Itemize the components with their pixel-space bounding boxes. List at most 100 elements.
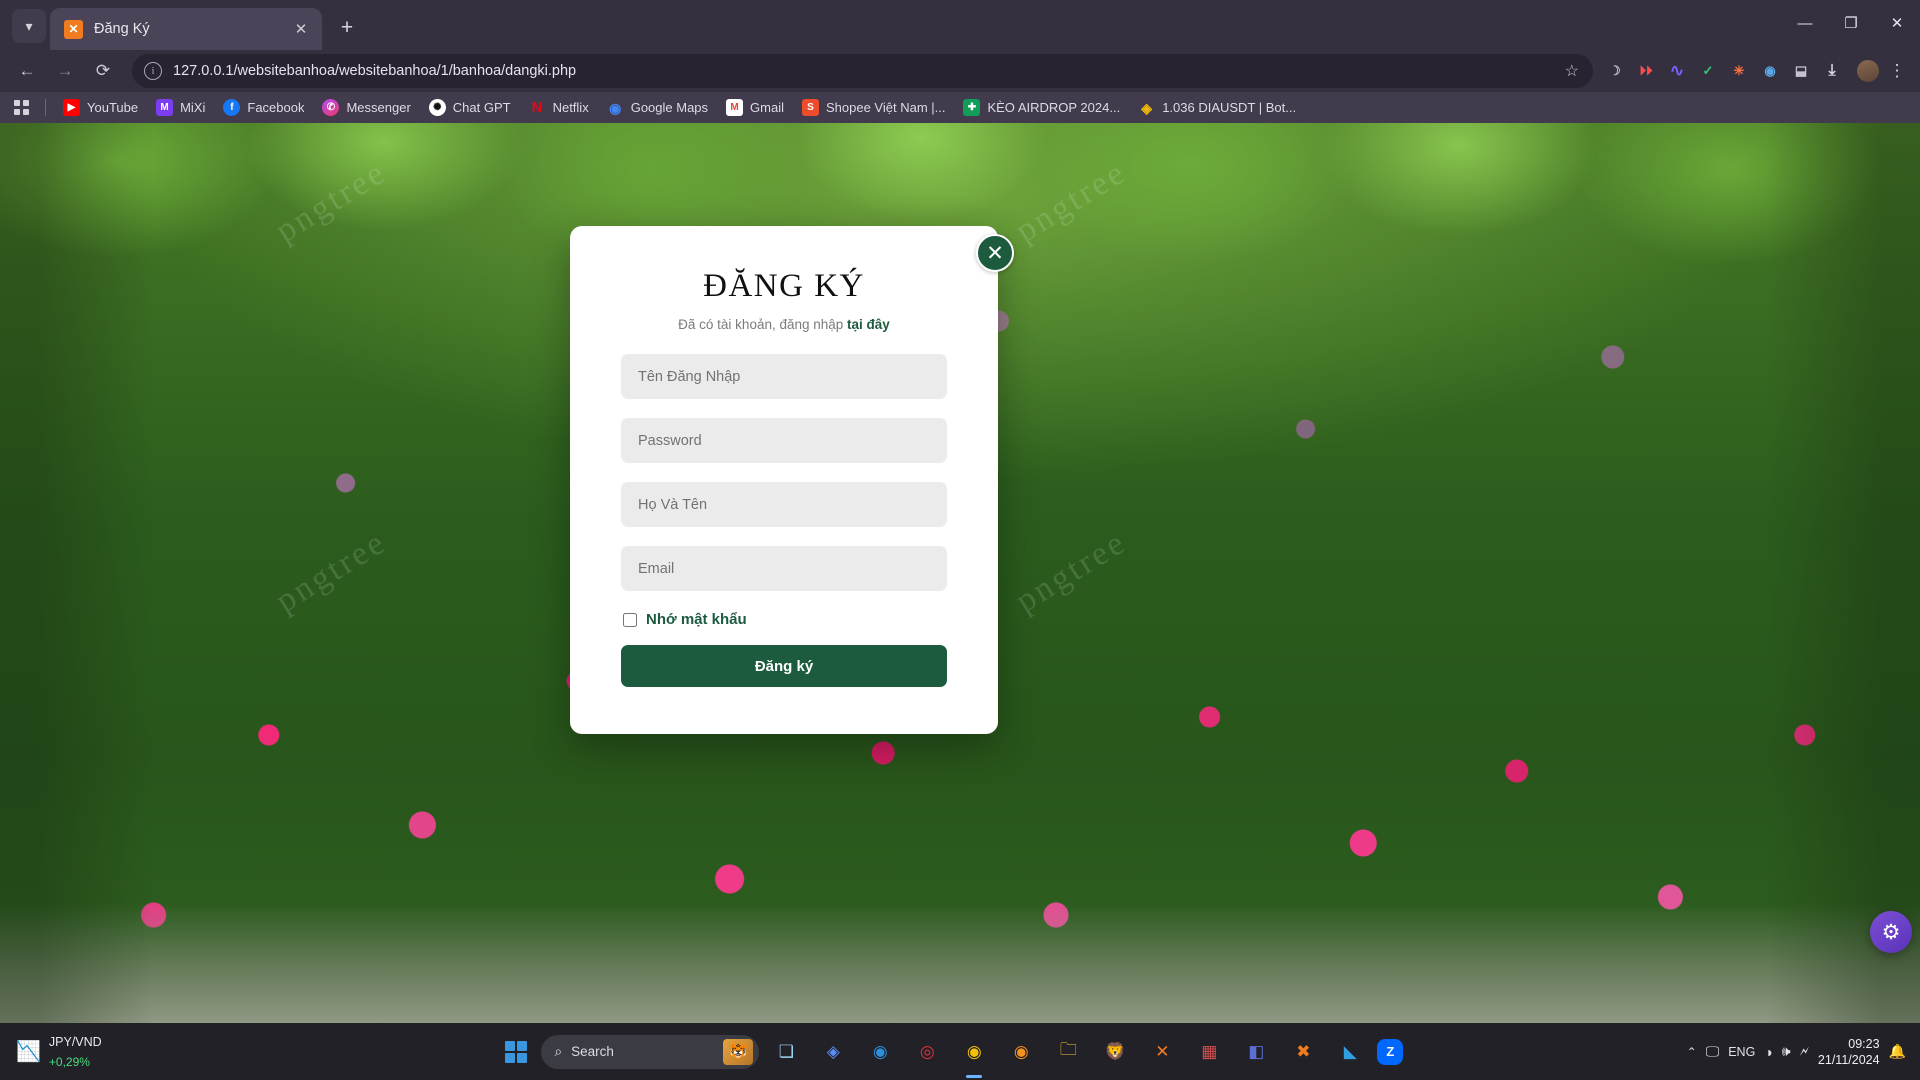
password-input[interactable] <box>621 418 947 463</box>
windows-taskbar: 📉 JPY/VND +0,29% ⌕ Search 🐯 ❏ ◈ ◉ ◎ ◉ ◉ … <box>0 1023 1920 1080</box>
taskbar-task-view-icon[interactable]: ❏ <box>766 1032 806 1072</box>
taskbar-app-store-icon[interactable]: ▦ <box>1189 1032 1229 1072</box>
remember-password-checkbox[interactable] <box>623 612 637 627</box>
fullname-input[interactable] <box>621 482 947 527</box>
start-button[interactable] <box>498 1034 534 1070</box>
bookmark-chatgpt[interactable]: ✺ Chat GPT <box>421 95 519 121</box>
reload-button[interactable]: ⟳ <box>86 54 120 88</box>
facebook-icon: f <box>223 99 241 116</box>
address-bar[interactable]: i 127.0.0.1/websitebanhoa/websitebanhoa/… <box>132 54 1593 88</box>
username-input[interactable] <box>621 354 947 399</box>
tiger-thumbnail-icon[interactable]: 🐯 <box>723 1038 754 1065</box>
apps-grid-icon[interactable] <box>6 95 36 121</box>
login-hint-text: Đã có tài khoản, đăng nhập <box>678 317 848 332</box>
forward-button[interactable]: → <box>48 54 82 88</box>
register-modal: ✕ ĐĂNG KÝ Đã có tài khoản, đăng nhập tại… <box>570 226 1014 734</box>
login-link[interactable]: tại đây <box>847 317 890 332</box>
taskbar-brave-icon[interactable]: 🦁 <box>1095 1032 1135 1072</box>
bookmark-google-maps[interactable]: ◉ Google Maps <box>599 95 716 121</box>
puzzle-icon[interactable]: ⬓ <box>1787 57 1815 85</box>
minimize-button[interactable]: — <box>1782 0 1828 46</box>
gear-icon[interactable]: ⚙ <box>1870 911 1912 953</box>
taskbar-edge-icon[interactable]: ◉ <box>860 1032 900 1072</box>
taskbar-teams-icon[interactable]: ◧ <box>1236 1032 1276 1072</box>
page-viewport: pngtree pngtree pngtree pngtree ✕ ĐĂNG K… <box>0 123 1920 1023</box>
clock[interactable]: 09:23 21/11/2024 <box>1818 1036 1880 1068</box>
bookmark-label: 1.036 DIAUSDT | Bot... <box>1162 100 1297 115</box>
new-tab-button[interactable]: + <box>332 13 362 43</box>
battery-icon[interactable]: 🗲 <box>1800 1043 1809 1060</box>
bookmark-keo-airdrop[interactable]: ✚ KÈO AIRDROP 2024... <box>955 95 1128 121</box>
bookmark-gmail[interactable]: M Gmail <box>718 95 792 121</box>
tab-search-icon[interactable]: ▾ <box>12 9 46 43</box>
bookmark-label: Shopee Việt Nam |... <box>825 100 946 115</box>
clock-date: 21/11/2024 <box>1817 1052 1880 1067</box>
moon-reader-icon[interactable]: ☽ <box>1601 57 1629 85</box>
download-icon[interactable]: ⤓ <box>1818 57 1846 85</box>
xampp-favicon-icon: ✕ <box>64 19 83 39</box>
binance-icon: ◈ <box>1141 99 1153 116</box>
taskbar-ultraviewer-icon[interactable]: ◉ <box>1001 1032 1041 1072</box>
bookmark-label: Netflix <box>552 100 589 115</box>
taskbar-zalo-icon[interactable]: Z <box>1377 1038 1404 1065</box>
browser-menu-button[interactable]: ⋮ <box>1884 61 1910 81</box>
notification-bell-icon[interactable]: 🔔 <box>1889 1043 1906 1060</box>
circle-dot-icon[interactable]: ◉ <box>1756 57 1784 85</box>
search-placeholder: Search <box>571 1044 614 1059</box>
video-downloader-icon[interactable]: ⏵⏵ <box>1632 57 1660 85</box>
email-input[interactable] <box>621 546 947 591</box>
shopee-icon: S <box>801 99 819 116</box>
language-indicator[interactable]: ENG <box>1728 1045 1755 1059</box>
remember-password-label[interactable]: Nhớ mật khẩu <box>646 611 747 628</box>
googlemaps-icon: ◉ <box>609 99 622 116</box>
star-burst-icon[interactable]: ✳ <box>1725 57 1753 85</box>
currency-change: +0,29% <box>48 1054 90 1069</box>
register-submit-button[interactable]: Đăng ký <box>621 645 947 687</box>
bookmark-messenger[interactable]: ✆ Messenger <box>314 95 418 121</box>
maximize-button[interactable]: ❐ <box>1828 0 1874 46</box>
gmail-icon: M <box>726 99 744 116</box>
taskbar-xampp-icon[interactable]: ✕ <box>1142 1032 1182 1072</box>
remember-password-row[interactable]: Nhớ mật khẩu <box>623 611 947 628</box>
bookmark-shopee[interactable]: S Shopee Việt Nam |... <box>794 95 953 121</box>
volume-icon[interactable]: 🕪 <box>1782 1043 1791 1060</box>
taskbar-vscode-icon[interactable]: ◣ <box>1330 1032 1370 1072</box>
taskbar-apps: ⌕ Search 🐯 ❏ ◈ ◉ ◎ ◉ ◉ 🗀 🦁 ✕ ▦ ◧ ✖ ◣ Z <box>215 1032 1687 1072</box>
tray-chevron-up-icon[interactable]: ⌃ <box>1687 1045 1697 1059</box>
taskbar-search[interactable]: ⌕ Search 🐯 <box>541 1034 760 1069</box>
tab-strip: ▾ ✕ Đăng Ký ✕ + — ❐ ✕ <box>0 0 1920 50</box>
shield-icon[interactable]: ✓ <box>1694 57 1722 85</box>
taskbar-chrome-icon[interactable]: ◉ <box>954 1032 994 1072</box>
bookmark-diausdt-bot[interactable]: ◈ 1.036 DIAUSDT | Bot... <box>1130 95 1304 121</box>
browser-window: ▾ ✕ Đăng Ký ✕ + — ❐ ✕ ← → ⟳ i 127.0.0.1/… <box>0 0 1920 1080</box>
taskbar-opera-gx-icon[interactable]: ◎ <box>907 1032 947 1072</box>
mixi-icon: M <box>156 99 174 116</box>
bookmarks-divider <box>45 99 46 116</box>
taskbar-xampp-control-icon[interactable]: ✖ <box>1283 1032 1323 1072</box>
wifi-icon[interactable]: ◑ <box>1764 1044 1772 1060</box>
bookmark-youtube[interactable]: ▶ YouTube <box>55 95 146 121</box>
chatgpt-icon: ✺ <box>428 99 446 116</box>
browser-tab[interactable]: ✕ Đăng Ký ✕ <box>50 8 322 50</box>
bookmarks-bar: ▶ YouTube M MiXi f Facebook ✆ Messenger … <box>0 92 1920 123</box>
bookmark-mixi[interactable]: M MiXi <box>148 95 213 121</box>
bookmark-label: Messenger <box>346 100 411 115</box>
taskbar-stocks-widget[interactable]: 📉 JPY/VND +0,29% <box>0 1032 215 1072</box>
analytics-icon[interactable]: ∿ <box>1663 57 1691 85</box>
back-button[interactable]: ← <box>10 54 44 88</box>
bookmark-netflix[interactable]: N Netflix <box>521 95 597 121</box>
register-form: Nhớ mật khẩu Đăng ký <box>570 354 998 687</box>
bookmark-label: Facebook <box>247 100 305 115</box>
site-info-icon[interactable]: i <box>144 62 162 80</box>
bookmark-star-icon[interactable]: ☆ <box>1559 61 1585 81</box>
avatar[interactable] <box>1855 58 1881 84</box>
messenger-icon: ✆ <box>322 99 340 116</box>
taskbar-file-explorer-icon[interactable]: 🗀 <box>1048 1032 1088 1072</box>
tab-close-icon[interactable]: ✕ <box>290 18 312 40</box>
page-title: ĐĂNG KÝ <box>703 268 865 304</box>
display-icon[interactable]: 🖵 <box>1706 1043 1720 1060</box>
close-icon[interactable]: ✕ <box>976 234 1014 272</box>
close-window-button[interactable]: ✕ <box>1874 0 1920 46</box>
taskbar-copilot-icon[interactable]: ◈ <box>813 1032 853 1072</box>
bookmark-facebook[interactable]: f Facebook <box>215 95 312 121</box>
